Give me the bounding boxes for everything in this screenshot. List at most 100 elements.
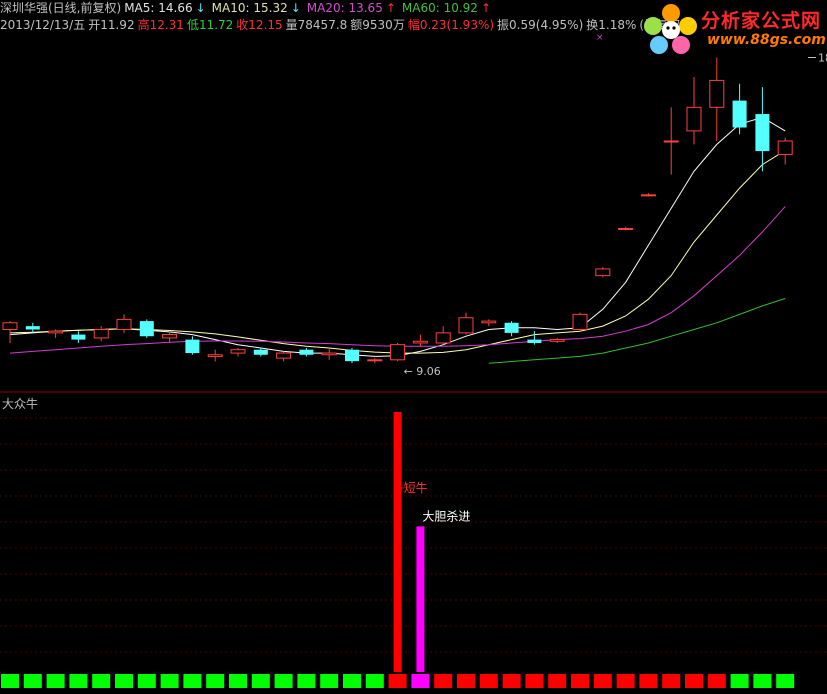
candle-body (230, 349, 246, 354)
signal-strip-cell (115, 674, 133, 688)
line2-8: 振0.59(4.95%) (497, 18, 584, 32)
signal-strip-cell (160, 674, 179, 688)
line1-7: MA60: 10.92 (401, 1, 478, 15)
bar-label: 大胆杀进 (422, 508, 470, 523)
line1-2: ↓ (195, 1, 206, 15)
candle-body (25, 326, 40, 330)
bar-label: 短牛 (404, 480, 428, 495)
line2-7: 幅0.23(1.93%) (407, 18, 495, 32)
flower-logo-icon (644, 4, 697, 54)
signal-strip-cell (388, 674, 407, 688)
signal-strip-cell (457, 674, 475, 688)
candle-body (481, 320, 497, 324)
chart-header: 深圳华强(日线,前复权) MA5: 14.66 ↓ MA10: 15.32 ↓ MA20:… (0, 0, 685, 36)
line2-3: 低11.72 (186, 18, 234, 32)
line2-4: 收12.15 (236, 18, 283, 32)
logo-title: 分析家公式网 (701, 10, 822, 32)
candle-body (504, 322, 519, 333)
signal-strip-cell (343, 674, 361, 688)
candle-body (527, 339, 542, 343)
signal-strip-cell (274, 674, 293, 688)
ma-legend-line: 深圳华强(日线,前复权) MA5: 14.66 ↓ MA10: 15.32 ↓ MA20:… (0, 0, 640, 17)
line1-3: MA10: 15.32 (211, 1, 288, 15)
signal-strip-cell (616, 674, 635, 688)
candle-body (777, 140, 793, 155)
signal-strip-cell (229, 674, 247, 688)
candle-body (253, 349, 268, 355)
line2-6: 额9530万 (350, 18, 405, 32)
signal-strip-cell (776, 674, 795, 688)
signal-strip-cell (1, 674, 19, 688)
candle-body (412, 340, 428, 344)
candle-body (709, 79, 725, 108)
candle-body (139, 321, 154, 337)
signal-strip-cell (662, 674, 681, 688)
candle-body (663, 140, 679, 143)
candle-body (732, 100, 747, 128)
candle-body (595, 268, 611, 277)
candle-body (367, 359, 383, 362)
signal-strip-cell (411, 674, 430, 688)
signal-strip-cell (183, 674, 202, 688)
line1-1: MA5: 14.66 (124, 1, 193, 15)
line1-4: ↓ (290, 1, 301, 15)
signal-strip-cell (251, 674, 270, 688)
indicator-bar (393, 412, 402, 672)
indicator-title: 大众牛 (2, 397, 39, 411)
candle-body (435, 332, 451, 344)
candle-body (618, 228, 634, 231)
candle-body (686, 106, 702, 132)
signal-strip-cell (434, 674, 453, 688)
signal-strip-cell (548, 674, 567, 688)
candle-body (458, 317, 474, 334)
ohlc-info-line: 2013/12/13/五 开11.92 高12.31 低11.72 收12.15 量784… (0, 17, 685, 34)
candle-body (755, 114, 770, 152)
signal-strip-cell (707, 674, 726, 688)
signal-strip-cell (753, 674, 772, 688)
candle-body (162, 334, 178, 339)
signal-strip-cell (69, 674, 88, 688)
candle-body (640, 194, 656, 197)
line1-5: MA20: 13.65 (306, 1, 383, 15)
candle-body (299, 349, 314, 355)
ma-line-ma20 (9, 206, 786, 354)
signal-strip-cell (297, 674, 316, 688)
logo-url: www.88gs.com (707, 32, 826, 48)
line2-0: 2013/12/13/五 (0, 18, 86, 32)
site-logo: 分析家公式网 www.88gs.com (637, 0, 827, 58)
signal-strip-cell (525, 674, 544, 688)
line1-8: ↑ (480, 1, 491, 15)
candle-body (48, 330, 64, 334)
candle-body (116, 318, 132, 331)
signal-strip-cell (685, 674, 703, 688)
indicator-bar (416, 526, 425, 672)
signal-strip-cell (479, 674, 498, 688)
signal-strip-cell (502, 674, 521, 688)
line1-6: ↑ (385, 1, 396, 15)
signal-strip-cell (23, 674, 42, 688)
line2-9: 换1.18% (586, 18, 637, 32)
signal-strip-cell (730, 674, 749, 688)
candle-body (549, 339, 565, 342)
signal-strip-cell (206, 674, 225, 688)
stock-chart[interactable]: 18.08← 9.06短牛大胆杀进× (0, 0, 827, 694)
annotation-label: ← 9.06 (404, 365, 441, 378)
signal-strip-cell (365, 674, 384, 688)
signal-strip-cell (137, 674, 156, 688)
signal-strip-cell (46, 674, 65, 688)
candle-body (390, 344, 406, 361)
line2-2: 高12.31 (137, 18, 184, 32)
candle-body (185, 339, 200, 354)
candle-body (572, 313, 588, 331)
candle-body (2, 322, 18, 331)
candle-body (276, 352, 292, 359)
line2-5: 量78457.8 (285, 18, 348, 32)
signal-strip-cell (92, 674, 111, 688)
line2-1: 开11.92 (88, 18, 135, 32)
signal-strip-cell (571, 674, 589, 688)
signal-strip-cell (593, 674, 612, 688)
candle-body (71, 334, 86, 340)
signal-strip-cell (639, 674, 658, 688)
candle-body (207, 354, 223, 357)
candle-body (321, 352, 337, 356)
